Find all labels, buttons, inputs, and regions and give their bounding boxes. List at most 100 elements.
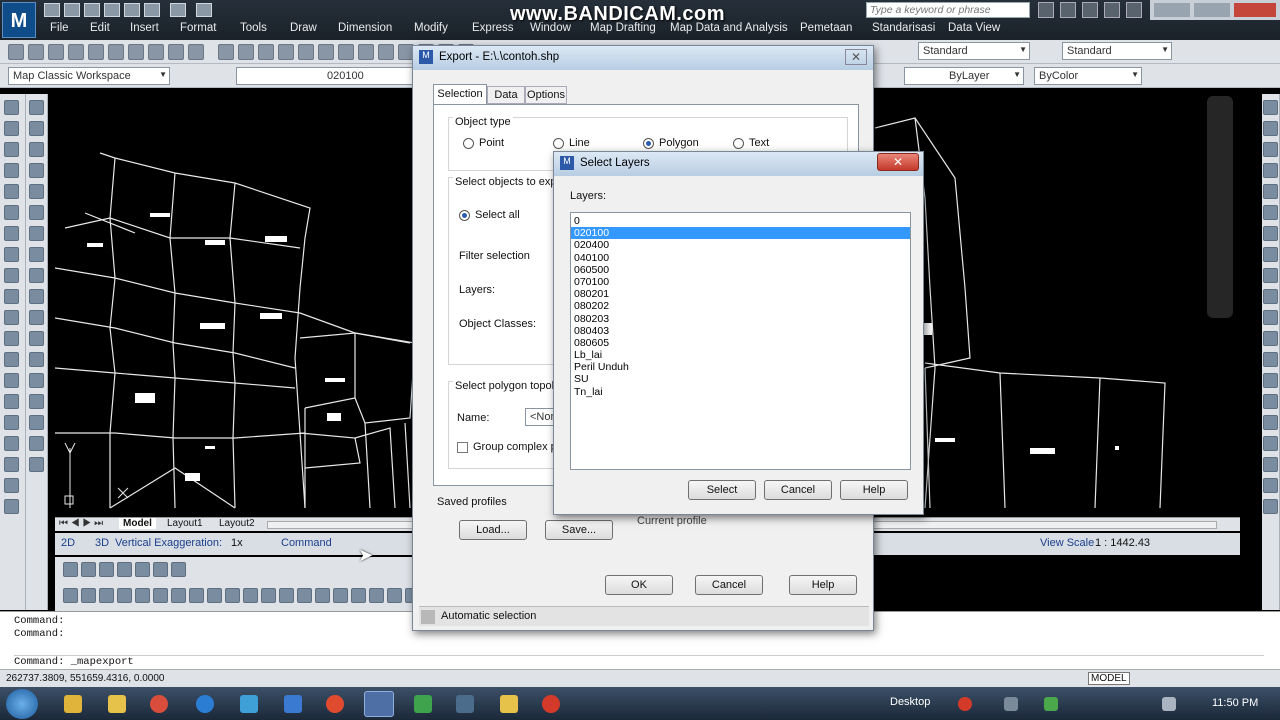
maximize-button[interactable]	[1194, 3, 1230, 17]
menu-item-pemetaan[interactable]: Pemetaan	[800, 22, 852, 34]
qat-dropdown-icon[interactable]	[196, 3, 212, 17]
app-icon[interactable]	[414, 695, 432, 713]
menu-item-file[interactable]: File	[50, 22, 69, 34]
undo-icon[interactable]	[124, 3, 140, 17]
tab-selection[interactable]: Selection	[433, 84, 487, 104]
chrome-icon[interactable]	[326, 695, 344, 713]
tool-icon[interactable]	[29, 268, 44, 283]
layer-list-item[interactable]: 080403	[571, 325, 910, 337]
layer-list-item[interactable]: 020400	[571, 239, 910, 251]
cancel-button[interactable]: Cancel	[764, 480, 832, 500]
tool-icon[interactable]	[1263, 268, 1278, 283]
tool-icon[interactable]	[4, 205, 19, 220]
tool-icon[interactable]	[29, 394, 44, 409]
tool-icon[interactable]	[29, 205, 44, 220]
save-button[interactable]: Save...	[545, 520, 613, 540]
tool-icon[interactable]	[1263, 499, 1278, 514]
tool-icon[interactable]	[4, 478, 19, 493]
help-button[interactable]: Help	[840, 480, 908, 500]
layer-list-item[interactable]: Peril Unduh	[571, 361, 910, 373]
load-button[interactable]: Load...	[459, 520, 527, 540]
tool-icon[interactable]	[1263, 289, 1278, 304]
tab-nav-icon[interactable]: ⏮ ◀ ▶ ⏭	[59, 518, 103, 529]
tool-icon[interactable]	[4, 268, 19, 283]
tool-icon[interactable]	[4, 289, 19, 304]
layer-list-item[interactable]: 080203	[571, 313, 910, 325]
menu-item-window[interactable]: Window	[530, 22, 571, 34]
map-tool-icon[interactable]	[207, 588, 222, 603]
view-3d-button[interactable]: 3D	[95, 537, 109, 549]
tool-icon[interactable]	[29, 142, 44, 157]
tool-icon[interactable]	[1263, 184, 1278, 199]
desktop-toolbar-label[interactable]: Desktop	[890, 696, 930, 708]
preview-icon[interactable]	[88, 44, 104, 60]
tool-icon[interactable]	[1263, 163, 1278, 178]
app-icon[interactable]	[284, 695, 302, 713]
application-menu-icon[interactable]: M	[2, 2, 36, 38]
tool-icon[interactable]	[29, 436, 44, 451]
tool-icon[interactable]	[1263, 247, 1278, 262]
tool-icon[interactable]	[1263, 352, 1278, 367]
tab-options[interactable]: Options	[525, 86, 567, 104]
tool-icon[interactable]	[4, 352, 19, 367]
tool-icon[interactable]	[29, 184, 44, 199]
map-tool-icon[interactable]	[315, 588, 330, 603]
close-button[interactable]	[1234, 3, 1276, 17]
cut-icon[interactable]	[128, 44, 144, 60]
tool-icon[interactable]	[4, 373, 19, 388]
help-button[interactable]: Help	[789, 575, 857, 595]
tab-data[interactable]: Data	[487, 86, 525, 104]
radio-text[interactable]	[733, 138, 744, 149]
tool-icon[interactable]	[1263, 310, 1278, 325]
tool-icon[interactable]	[1263, 478, 1278, 493]
design-center-icon[interactable]	[358, 44, 374, 60]
cancel-button[interactable]: Cancel	[695, 575, 763, 595]
tool-icon[interactable]	[4, 457, 19, 472]
map-tool-icon[interactable]	[297, 588, 312, 603]
map-tool-icon[interactable]	[189, 588, 204, 603]
linetype-combo[interactable]: ByLayer ▼	[904, 67, 1024, 85]
copy-icon[interactable]	[148, 44, 164, 60]
saveas-icon[interactable]	[104, 3, 120, 17]
tool-icon[interactable]	[1263, 331, 1278, 346]
redo-icon[interactable]	[238, 44, 254, 60]
menu-item-data-view[interactable]: Data View	[948, 22, 1000, 34]
tool-icon[interactable]	[29, 373, 44, 388]
menu-item-insert[interactable]: Insert	[130, 22, 159, 34]
radio-polygon[interactable]	[643, 138, 654, 149]
binoculars-icon[interactable]	[1038, 2, 1054, 18]
tool-icon[interactable]	[4, 163, 19, 178]
map-tool-icon[interactable]	[171, 562, 186, 577]
dim-style-combo[interactable]: Standard ▼	[1062, 42, 1172, 60]
new-icon[interactable]	[44, 3, 60, 17]
layer-list-item[interactable]: 080201	[571, 288, 910, 300]
app-icon[interactable]	[196, 695, 214, 713]
tool-icon[interactable]	[1263, 142, 1278, 157]
map-tool-icon[interactable]	[99, 562, 114, 577]
layer-list-item[interactable]: 020100	[571, 227, 910, 240]
close-icon[interactable]: ✕	[877, 153, 919, 171]
properties-icon[interactable]	[338, 44, 354, 60]
tool-icon[interactable]	[4, 184, 19, 199]
record-icon[interactable]	[958, 697, 972, 711]
communication-icon[interactable]	[1082, 2, 1098, 18]
radio-line[interactable]	[553, 138, 564, 149]
radio-select-all[interactable]	[459, 210, 470, 221]
chrome-icon[interactable]	[150, 695, 168, 713]
map-tool-icon[interactable]	[135, 588, 150, 603]
tool-icon[interactable]	[4, 436, 19, 451]
map-tool-icon[interactable]	[369, 588, 384, 603]
tool-icon[interactable]	[4, 121, 19, 136]
layer-list-item[interactable]: 0	[571, 215, 910, 227]
tool-icon[interactable]	[4, 331, 19, 346]
tray-icon[interactable]	[1044, 697, 1058, 711]
tool-palettes-icon[interactable]	[378, 44, 394, 60]
tool-icon[interactable]	[29, 352, 44, 367]
map-tool-icon[interactable]	[99, 588, 114, 603]
radio-point[interactable]	[463, 138, 474, 149]
layer-list-item[interactable]: 040100	[571, 252, 910, 264]
layer-list-item[interactable]: 080202	[571, 300, 910, 312]
tool-icon[interactable]	[1263, 100, 1278, 115]
tab-layout1[interactable]: Layout1	[163, 518, 207, 529]
map-tool-icon[interactable]	[153, 562, 168, 577]
